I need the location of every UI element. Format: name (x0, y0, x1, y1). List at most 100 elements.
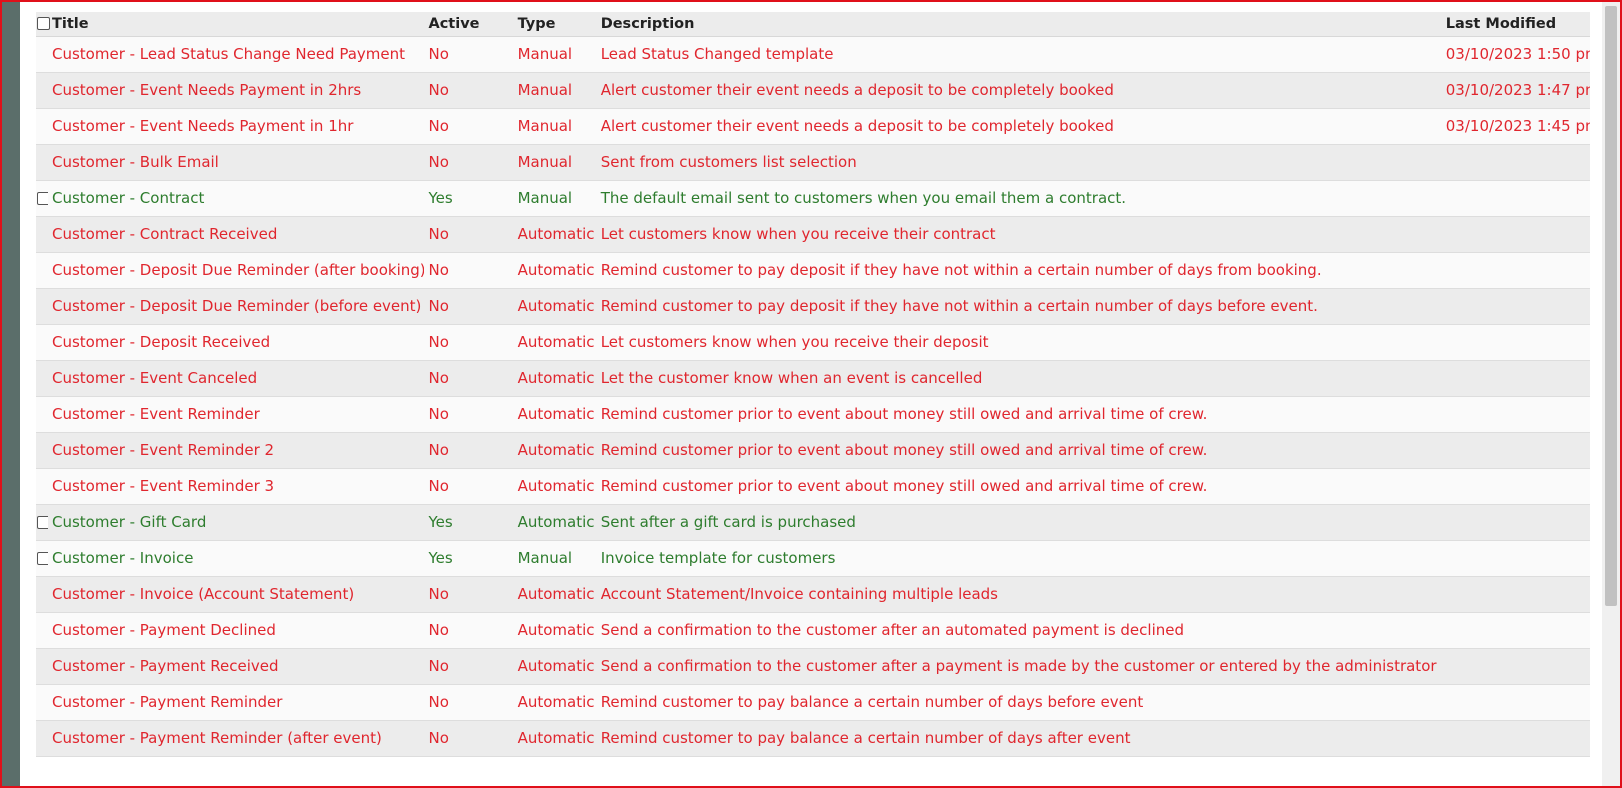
row-active-status: Yes (428, 549, 453, 567)
row-select-cell (36, 468, 48, 504)
row-last-modified: 03/10/2023 1:47 pm (1445, 81, 1590, 99)
row-active-status: No (428, 405, 449, 423)
row-last-modified (1442, 540, 1590, 576)
row-title-link[interactable]: Customer - Deposit Due Reminder (before … (48, 288, 424, 324)
header-title[interactable]: Title (48, 12, 425, 37)
row-select-cell (36, 360, 48, 396)
row-type: Automatic (517, 585, 595, 603)
row-title-link[interactable]: Customer - Event Needs Payment in 1hr (48, 108, 424, 144)
table-row[interactable]: Customer - Payment Reminder (after event… (36, 720, 1590, 756)
row-title-link[interactable]: Customer - Deposit Due Reminder (after b… (48, 252, 424, 288)
select-all-checkbox[interactable] (37, 17, 50, 31)
row-description: Let the customer know when an event is c… (600, 369, 983, 387)
row-active-status: No (428, 81, 449, 99)
row-description: The default email sent to customers when… (600, 189, 1127, 207)
row-active-status: No (428, 261, 449, 279)
header-description[interactable]: Description (596, 12, 1442, 37)
row-select-cell (36, 396, 48, 432)
row-select-cell (36, 36, 48, 72)
row-type: Automatic (517, 333, 595, 351)
table-row[interactable]: Customer - Contract Received No Automatic L… (36, 216, 1590, 252)
row-select-cell (36, 504, 48, 540)
row-title-link[interactable]: Customer - Event Reminder (48, 396, 424, 432)
row-active-status: No (428, 297, 449, 315)
row-title-link[interactable]: Customer - Gift Card (48, 504, 424, 540)
table-body: Customer - Lead Status Change Need Payme… (36, 36, 1590, 756)
table-row[interactable]: Customer - Event Needs Payment in 1hr No M… (36, 108, 1590, 144)
row-title-link[interactable]: Customer - Bulk Email (48, 144, 424, 180)
table-row[interactable]: Customer - Invoice Yes Manual Invoice templ… (36, 540, 1590, 576)
table-row[interactable]: Customer - Gift Card Yes Automatic Sent aft… (36, 504, 1590, 540)
row-select-cell (36, 648, 48, 684)
row-title-link[interactable]: Customer - Payment Reminder (48, 684, 424, 720)
row-active-status: No (428, 45, 449, 63)
row-last-modified (1442, 504, 1590, 540)
table-row[interactable]: Customer - Event Reminder 2 No Automatic Re… (36, 432, 1590, 468)
table-row[interactable]: Customer - Bulk Email No Manual Sent from c… (36, 144, 1590, 180)
table-row[interactable]: Customer - Payment Received No Automatic Se… (36, 648, 1590, 684)
row-select-cell (36, 540, 48, 576)
row-type: Automatic (517, 729, 595, 747)
header-active[interactable]: Active (424, 12, 514, 37)
table-row[interactable]: Customer - Deposit Received No Automatic Le… (36, 324, 1590, 360)
row-select-cell (36, 612, 48, 648)
row-last-modified (1442, 180, 1590, 216)
table-row[interactable]: Customer - Deposit Due Reminder (before … (36, 288, 1590, 324)
table-row[interactable]: Customer - Lead Status Change Need Payme… (36, 36, 1590, 72)
row-active-status: No (428, 477, 449, 495)
row-active-status: No (428, 621, 449, 639)
table-row[interactable]: Customer - Payment Declined No Automatic Se… (36, 612, 1590, 648)
row-checkbox[interactable] (37, 516, 48, 529)
row-select-cell (36, 684, 48, 720)
row-last-modified (1442, 396, 1590, 432)
row-title-link[interactable]: Customer - Invoice (48, 540, 424, 576)
row-last-modified (1442, 576, 1590, 612)
left-rail (2, 2, 20, 786)
row-active-status: No (428, 693, 449, 711)
table-row[interactable]: Customer - Contract Yes Manual The default … (36, 180, 1590, 216)
row-last-modified (1442, 648, 1590, 684)
row-type: Automatic (517, 693, 595, 711)
table-row[interactable]: Customer - Event Canceled No Automatic Let … (36, 360, 1590, 396)
row-type: Manual (517, 189, 573, 207)
table-row[interactable]: Customer - Event Reminder No Automatic Remi… (36, 396, 1590, 432)
header-last-modified[interactable]: Last Modified (1441, 12, 1590, 37)
row-description: Remind customer prior to event about mon… (600, 405, 1208, 423)
row-title-link[interactable]: Customer - Payment Declined (48, 612, 424, 648)
row-title-link[interactable]: Customer - Payment Reminder (after event… (48, 720, 424, 756)
row-checkbox[interactable] (37, 552, 48, 565)
table-row[interactable]: Customer - Deposit Due Reminder (after b… (36, 252, 1590, 288)
row-title-link[interactable]: Customer - Event Canceled (48, 360, 424, 396)
row-title-link[interactable]: Customer - Event Needs Payment in 2hrs (48, 72, 424, 108)
row-description: Remind customer to pay deposit if they h… (600, 297, 1318, 315)
row-title-link[interactable]: Customer - Contract Received (48, 216, 424, 252)
row-description: Sent from customers list selection (600, 153, 857, 171)
vertical-scrollbar[interactable] (1602, 2, 1620, 786)
row-type: Automatic (517, 441, 595, 459)
row-title-link[interactable]: Customer - Payment Received (48, 648, 424, 684)
row-title-link[interactable]: Customer - Invoice (Account Statement) (48, 576, 424, 612)
row-active-status: Yes (428, 189, 453, 207)
row-last-modified (1442, 216, 1590, 252)
row-active-status: No (428, 657, 449, 675)
table-row[interactable]: Customer - Payment Reminder No Automatic Re… (36, 684, 1590, 720)
row-title-link[interactable]: Customer - Contract (48, 180, 424, 216)
row-description: Remind customer prior to event about mon… (600, 441, 1208, 459)
table-row[interactable]: Customer - Event Needs Payment in 2hrs No… (36, 72, 1590, 108)
row-description: Send a confirmation to the customer afte… (600, 621, 1185, 639)
row-title-link[interactable]: Customer - Lead Status Change Need Payme… (48, 36, 424, 72)
row-title-link[interactable]: Customer - Deposit Received (48, 324, 424, 360)
row-checkbox[interactable] (37, 192, 48, 205)
scrollbar-thumb[interactable] (1605, 6, 1617, 606)
row-last-modified (1442, 360, 1590, 396)
row-description: Let customers know when you receive thei… (600, 333, 989, 351)
header-type[interactable]: Type (513, 12, 597, 37)
table-row[interactable]: Customer - Event Reminder 3 No Automatic Re… (36, 468, 1590, 504)
row-description: Lead Status Changed template (600, 45, 834, 63)
table-row[interactable]: Customer - Invoice (Account Statement) No… (36, 576, 1590, 612)
row-title-link[interactable]: Customer - Event Reminder 3 (48, 468, 424, 504)
row-title-link[interactable]: Customer - Event Reminder 2 (48, 432, 424, 468)
email-templates-panel: Title Active Type Description Last Modif… (20, 2, 1602, 786)
row-description: Account Statement/Invoice containing mul… (600, 585, 998, 603)
row-active-status: Yes (428, 513, 453, 531)
